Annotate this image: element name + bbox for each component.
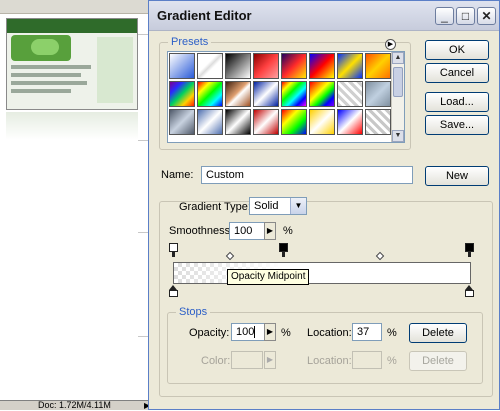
gradient-editor-dialog: Gradient Editor _ □ ✕ Presets ▶ ▲ ▼ OK C… bbox=[148, 0, 500, 410]
new-button[interactable]: New bbox=[425, 166, 489, 186]
color-stop-swatch bbox=[169, 290, 178, 297]
load-button[interactable]: Load... bbox=[425, 92, 489, 112]
save-button[interactable]: Save... bbox=[425, 115, 489, 135]
color-swatch-field bbox=[231, 351, 263, 369]
preview-text-line bbox=[11, 73, 81, 77]
opacity-location-field[interactable]: 37 bbox=[352, 323, 382, 341]
dialog-title: Gradient Editor bbox=[157, 8, 252, 23]
chevron-down-icon[interactable]: ▼ bbox=[290, 198, 306, 214]
opacity-slider-arrow-icon[interactable]: ▶ bbox=[264, 323, 276, 341]
scroll-down-icon[interactable]: ▼ bbox=[392, 130, 404, 142]
opacity-stop-end[interactable] bbox=[465, 243, 474, 257]
preset-swatch[interactable] bbox=[337, 109, 363, 135]
opacity-stop-pointer bbox=[172, 252, 175, 257]
opacity-stop-pointer bbox=[468, 252, 471, 257]
preset-swatch[interactable] bbox=[169, 109, 195, 135]
color-label: Color: bbox=[201, 355, 231, 367]
preset-swatch[interactable] bbox=[309, 53, 335, 79]
preview-reflection bbox=[6, 112, 138, 140]
presets-menu-icon[interactable]: ▶ bbox=[385, 39, 396, 50]
color-location-unit: % bbox=[387, 355, 397, 367]
maximize-button[interactable]: □ bbox=[456, 7, 475, 25]
preset-swatch[interactable] bbox=[281, 109, 307, 135]
preset-swatch[interactable] bbox=[337, 81, 363, 107]
preset-swatch[interactable] bbox=[197, 81, 223, 107]
preset-swatch[interactable] bbox=[253, 109, 279, 135]
preset-swatch[interactable] bbox=[309, 109, 335, 135]
ok-button[interactable]: OK bbox=[425, 40, 489, 60]
preset-swatch[interactable] bbox=[309, 81, 335, 107]
preset-swatch[interactable] bbox=[169, 53, 195, 79]
webpage-preview-image bbox=[6, 18, 138, 110]
document-tab-strip bbox=[0, 0, 150, 14]
preview-text-line bbox=[11, 81, 87, 85]
scroll-up-icon[interactable]: ▲ bbox=[392, 52, 404, 64]
gradient-type-select[interactable]: Solid ▼ bbox=[249, 197, 307, 215]
preset-swatch[interactable] bbox=[281, 81, 307, 107]
name-label: Name: bbox=[161, 169, 194, 181]
smoothness-unit: % bbox=[283, 225, 293, 237]
color-stop-start[interactable] bbox=[169, 285, 178, 297]
stops-legend: Stops bbox=[176, 306, 211, 318]
preset-swatch[interactable] bbox=[365, 53, 391, 79]
preview-sidebar bbox=[97, 37, 133, 103]
delete-color-stop-button: Delete bbox=[409, 351, 467, 371]
preview-text-line bbox=[11, 89, 71, 93]
gradient-type-label: Gradient Type: bbox=[179, 201, 251, 213]
opacity-stop-head bbox=[465, 243, 474, 252]
opacity-unit: % bbox=[281, 327, 291, 339]
color-location-field bbox=[352, 351, 382, 369]
document-size-readout: Doc: 1.72M/4.11M bbox=[38, 400, 111, 410]
preset-swatch-list[interactable]: ▲ ▼ bbox=[167, 51, 405, 143]
preview-text-line bbox=[11, 65, 91, 69]
opacity-stop-head bbox=[169, 243, 178, 252]
opacity-field[interactable]: 100 bbox=[231, 323, 265, 341]
color-menu-arrow-icon: ▶ bbox=[264, 351, 276, 369]
delete-opacity-stop-button[interactable]: Delete bbox=[409, 323, 467, 343]
preset-swatch[interactable] bbox=[197, 53, 223, 79]
gradient-preview-bar[interactable] bbox=[173, 262, 471, 284]
smoothness-field[interactable]: 100 bbox=[229, 222, 265, 240]
opacity-value: 100 bbox=[236, 326, 256, 338]
minimize-button[interactable]: _ bbox=[435, 7, 454, 25]
preview-banner-highlight bbox=[31, 39, 59, 55]
scroll-thumb[interactable] bbox=[393, 67, 403, 97]
opacity-location-label: Location: bbox=[307, 327, 352, 339]
opacity-midpoint-tooltip: Opacity Midpoint bbox=[227, 269, 310, 285]
cancel-button[interactable]: Cancel bbox=[425, 63, 489, 83]
gradient-fill bbox=[174, 263, 470, 283]
preset-swatch[interactable] bbox=[225, 81, 251, 107]
preset-swatch[interactable] bbox=[337, 53, 363, 79]
presets-scrollbar[interactable]: ▲ ▼ bbox=[391, 52, 404, 142]
preset-swatch[interactable] bbox=[225, 109, 251, 135]
opacity-location-unit: % bbox=[387, 327, 397, 339]
preview-header bbox=[7, 19, 137, 33]
title-bar[interactable]: Gradient Editor _ □ ✕ bbox=[149, 1, 499, 31]
opacity-label: Opacity: bbox=[189, 327, 230, 339]
background-document bbox=[0, 0, 150, 400]
color-stop-end[interactable] bbox=[465, 285, 474, 297]
opacity-stop-selected[interactable] bbox=[279, 243, 288, 257]
opacity-stop-head bbox=[279, 243, 288, 252]
name-field[interactable]: Custom bbox=[201, 166, 413, 184]
preset-swatch[interactable] bbox=[365, 81, 391, 107]
smoothness-label: Smoothness: bbox=[169, 225, 234, 237]
preset-swatch[interactable] bbox=[365, 109, 391, 135]
preset-swatch[interactable] bbox=[253, 81, 279, 107]
preset-swatch[interactable] bbox=[225, 53, 251, 79]
gradient-type-value: Solid bbox=[254, 200, 279, 212]
preset-swatch[interactable] bbox=[197, 109, 223, 135]
preset-swatch[interactable] bbox=[169, 81, 195, 107]
preset-swatch[interactable] bbox=[281, 53, 307, 79]
opacity-stop-pointer bbox=[282, 252, 285, 257]
presets-legend: Presets bbox=[168, 36, 212, 48]
color-location-label: Location: bbox=[307, 355, 352, 367]
preset-swatch[interactable] bbox=[253, 53, 279, 79]
close-button[interactable]: ✕ bbox=[477, 7, 496, 25]
smoothness-slider-arrow-icon[interactable]: ▶ bbox=[264, 222, 276, 240]
opacity-stop-start[interactable] bbox=[169, 243, 178, 257]
color-stop-swatch bbox=[465, 290, 474, 297]
